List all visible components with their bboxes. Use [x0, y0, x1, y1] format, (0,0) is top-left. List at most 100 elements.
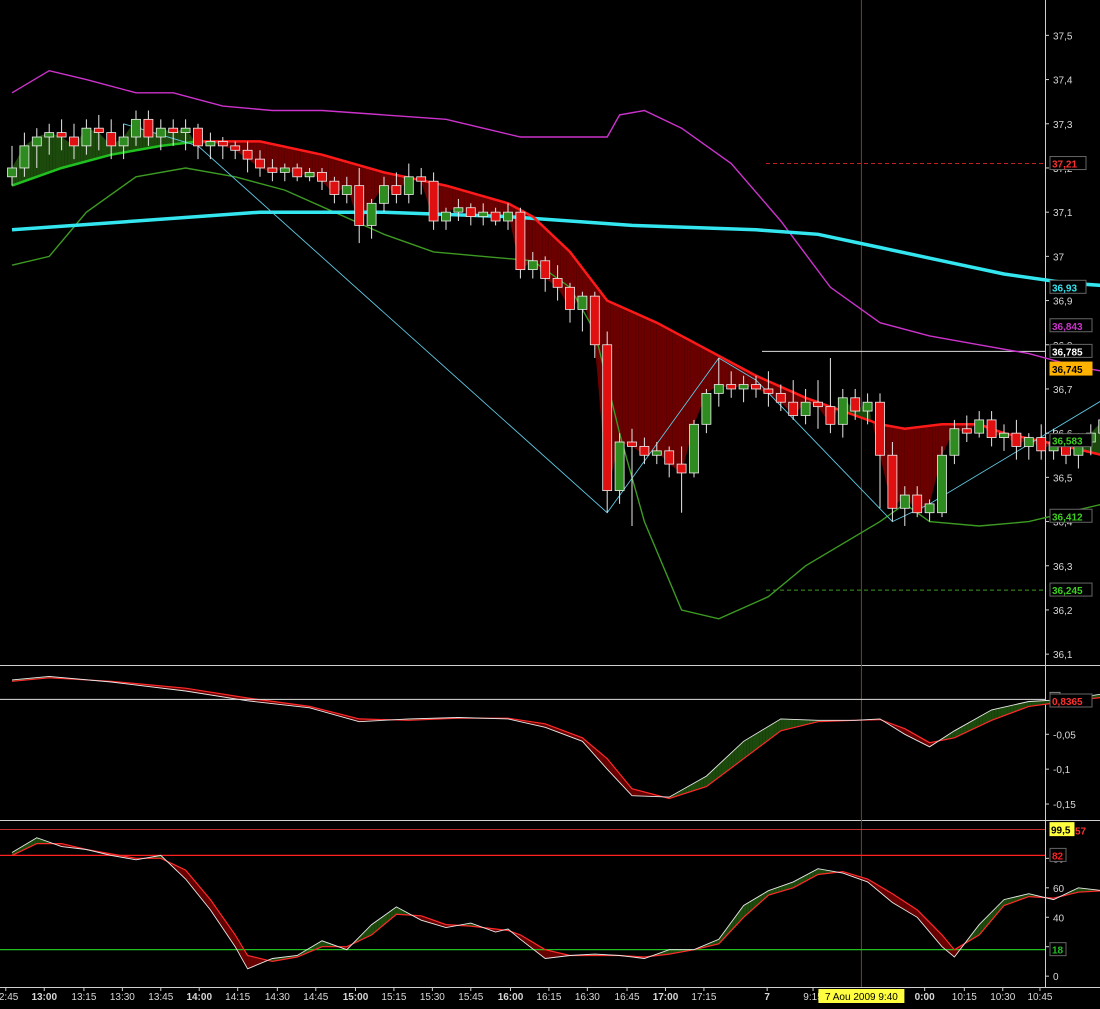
- candle-body: [763, 388, 774, 394]
- y-tick-label: -0,15: [1053, 800, 1076, 811]
- candle-body: [478, 211, 489, 217]
- fill-segment: [653, 321, 657, 452]
- candle-body: [837, 397, 848, 425]
- fill-segment: [628, 310, 632, 447]
- candle-body: [912, 494, 923, 514]
- fill-segment: [545, 949, 549, 959]
- candle-body: [738, 384, 749, 390]
- fill-segment: [64, 139, 68, 168]
- fill-segment: [790, 719, 794, 729]
- candle-body: [69, 136, 79, 147]
- candle-body: [81, 127, 92, 147]
- fill-segment: [666, 327, 670, 465]
- fill-segment: [52, 133, 56, 172]
- x-tick-label: 12:45: [0, 992, 19, 1003]
- fill-segment: [452, 187, 456, 210]
- price-chart[interactable]: 37,537,437,337,237,13736,936,836,736,636…: [0, 0, 1100, 1009]
- y-tick-label: 36,7: [1053, 385, 1073, 396]
- candle-body: [751, 384, 761, 390]
- candle-body: [1036, 437, 1047, 452]
- crosshair-date-label: 7 Aou 2009 9:40: [825, 992, 898, 1003]
- x-tick-label: 15:15: [381, 992, 406, 1003]
- stoch-extra-label: 57: [1075, 827, 1087, 838]
- candle: [515, 207, 526, 279]
- fill-segment: [743, 739, 747, 759]
- x-tick-label: 10:15: [952, 992, 977, 1003]
- fill-segment: [712, 352, 716, 389]
- fill-segment: [325, 155, 329, 188]
- candle-body: [379, 185, 389, 204]
- fill-segment: [625, 308, 629, 446]
- candle-body: [230, 145, 241, 151]
- candle-body: [788, 401, 799, 416]
- candle-body: [639, 446, 650, 456]
- price-label: 36,785: [1052, 347, 1083, 358]
- fill-segment: [632, 311, 636, 449]
- candle-body: [217, 141, 228, 147]
- candle-body: [56, 132, 67, 138]
- candle-body: [453, 207, 464, 213]
- candle-body: [292, 167, 303, 178]
- price-label: 36,412: [1052, 512, 1083, 523]
- candle-body: [689, 423, 699, 474]
- y-tick-label: 37: [1053, 252, 1065, 263]
- x-tick-label: 13:00: [31, 992, 57, 1003]
- x-tick-label: 17:15: [691, 992, 716, 1003]
- fill-segment: [439, 184, 443, 217]
- x-tick-label: 16:15: [536, 992, 561, 1003]
- fill-segment: [749, 735, 753, 754]
- candle-body: [242, 149, 253, 160]
- candle-body: [118, 136, 129, 147]
- candle-body: [813, 401, 823, 408]
- level-label: 82: [1052, 851, 1064, 862]
- x-tick-label: 14:00: [186, 992, 212, 1003]
- fill-segment: [247, 955, 251, 969]
- x-tick-label: 0:00: [915, 992, 935, 1003]
- y-tick-label: 36,9: [1053, 297, 1073, 308]
- candle-body: [589, 295, 600, 346]
- y-tick-label: 36,3: [1053, 562, 1073, 573]
- candle-body: [999, 432, 1009, 438]
- x-tick-label: 16:30: [575, 992, 600, 1003]
- price-label: 36,745: [1052, 365, 1083, 376]
- x-tick-label: 15:30: [420, 992, 445, 1003]
- candle-body: [701, 392, 712, 425]
- fill-segment: [526, 213, 530, 266]
- y-tick-label: 36,1: [1053, 650, 1073, 661]
- candle-body: [974, 419, 985, 434]
- x-tick-label: 14:45: [303, 992, 328, 1003]
- fill-segment: [101, 135, 105, 158]
- x-tick-label: 13:30: [110, 992, 135, 1003]
- candle-body: [800, 401, 811, 416]
- candle-body: [924, 503, 935, 514]
- fill-segment: [275, 144, 279, 172]
- fill-segment: [684, 337, 688, 461]
- candle-body: [515, 211, 526, 271]
- y-tick-label: -0,05: [1053, 730, 1076, 741]
- price-label: 36,245: [1052, 586, 1083, 597]
- candle-body: [676, 463, 687, 474]
- x-tick-label: 16:00: [498, 992, 524, 1003]
- price-label: 36,583: [1052, 437, 1083, 448]
- candle-body: [441, 211, 451, 222]
- candle-body: [279, 167, 290, 173]
- candle-body: [862, 401, 873, 412]
- fill-segment: [694, 342, 698, 425]
- price-label: 36,843: [1052, 322, 1083, 333]
- y-tick-label: 36,5: [1053, 473, 1073, 484]
- y-tick-label: 37,3: [1053, 120, 1073, 131]
- candle-body: [490, 211, 501, 222]
- fill-segment: [656, 322, 660, 455]
- fill-segment: [697, 344, 701, 417]
- candle-body: [267, 167, 278, 173]
- fill-segment: [619, 306, 623, 444]
- candle-body: [366, 202, 377, 226]
- candle-body: [19, 145, 30, 169]
- candle-body: [329, 180, 340, 195]
- candle-body: [106, 132, 117, 147]
- candle-body: [713, 384, 724, 394]
- candle-body: [428, 180, 439, 222]
- fill-segment: [787, 719, 791, 730]
- fill-segment: [266, 142, 270, 172]
- fill-segment: [672, 330, 676, 469]
